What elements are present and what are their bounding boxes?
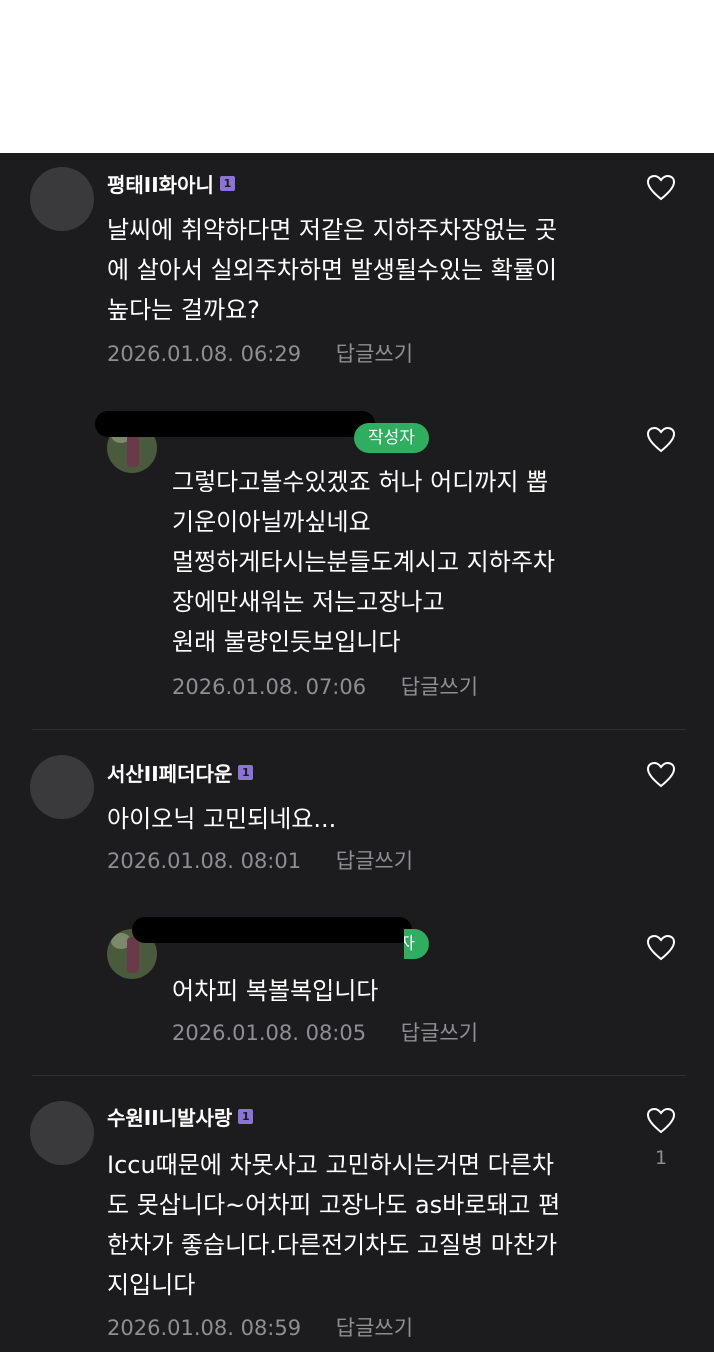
default-avatar-icon[interactable]: [30, 755, 94, 819]
comment-date: 2026.01.08. 08:05: [172, 1021, 367, 1045]
comment-author[interactable]: 서산II페더다운 1: [107, 757, 254, 787]
comment-author[interactable]: 수원II니발사랑 1: [107, 1101, 254, 1131]
redacted-author-name: [95, 411, 375, 437]
comment-text: 날씨에 취약하다면 저같은 지하주차장없는 곳 에 살아서 실외주차하면 발생될…: [107, 216, 558, 324]
level-badge-icon: 1: [238, 764, 254, 780]
comment-date: 2026.01.08. 08:01: [107, 849, 302, 873]
default-avatar-icon[interactable]: [30, 1101, 94, 1165]
reply-button[interactable]: 답글쓰기: [336, 849, 413, 873]
reply-button[interactable]: 답글쓰기: [401, 1021, 478, 1045]
heart-outline-icon[interactable]: [646, 426, 676, 454]
level-badge-icon: 1: [219, 175, 235, 191]
default-avatar-icon[interactable]: [30, 167, 94, 231]
comment-date: 2026.01.08. 07:06: [172, 675, 367, 699]
like-count: 1: [654, 1147, 668, 1169]
heart-outline-icon[interactable]: [646, 934, 676, 962]
comment-date: 2026.01.08. 08:59: [107, 1316, 302, 1340]
comment-text: Iccu때문에 차못사고 고민하시는거면 다른차 도 못삽니다~어차피 고장나도…: [107, 1151, 561, 1299]
comment-meta: 2026.01.08. 08:01 답글쓰기: [107, 846, 413, 876]
author-name: 평태II화아니: [107, 172, 214, 197]
heart-outline-icon[interactable]: [646, 1107, 676, 1135]
comment-text: 아이오닉 고민되네요...: [107, 805, 337, 833]
author-tag: 작성자: [354, 423, 429, 453]
comment-text: 그렇다고볼수있겠죠 허나 어디까지 뽑 기운이아닐까싶네요 멀쩡하게타시는분들도…: [172, 468, 555, 656]
comment-list: 평태II화아니 1 날씨에 취약하다면 저같은 지하주차장없는 곳 에 살아서 …: [0, 153, 714, 1352]
comment-author[interactable]: 평태II화아니 1: [107, 168, 235, 198]
comment-date: 2026.01.08. 06:29: [107, 342, 302, 366]
reply-button[interactable]: 답글쓰기: [401, 675, 478, 699]
author-name: 서산II페더다운: [107, 761, 233, 786]
heart-outline-icon[interactable]: [646, 174, 676, 202]
comment-meta: 2026.01.08. 08:59 답글쓰기: [107, 1313, 413, 1343]
author-name: 수원II니발사랑: [107, 1105, 233, 1130]
reply-button[interactable]: 답글쓰기: [336, 342, 413, 366]
redacted-author-name: [132, 917, 412, 943]
divider: [32, 729, 686, 730]
comment-text: 어차피 복볼복입니다: [172, 977, 379, 1005]
divider: [32, 1075, 686, 1076]
heart-outline-icon[interactable]: [646, 761, 676, 789]
level-badge-icon: 1: [238, 1108, 254, 1124]
reply-button[interactable]: 답글쓰기: [336, 1316, 413, 1340]
comment-meta: 2026.01.08. 08:05 답글쓰기: [172, 1018, 478, 1048]
comment-meta: 2026.01.08. 07:06 답글쓰기: [172, 672, 478, 702]
comment-meta: 2026.01.08. 06:29 답글쓰기: [107, 339, 413, 369]
